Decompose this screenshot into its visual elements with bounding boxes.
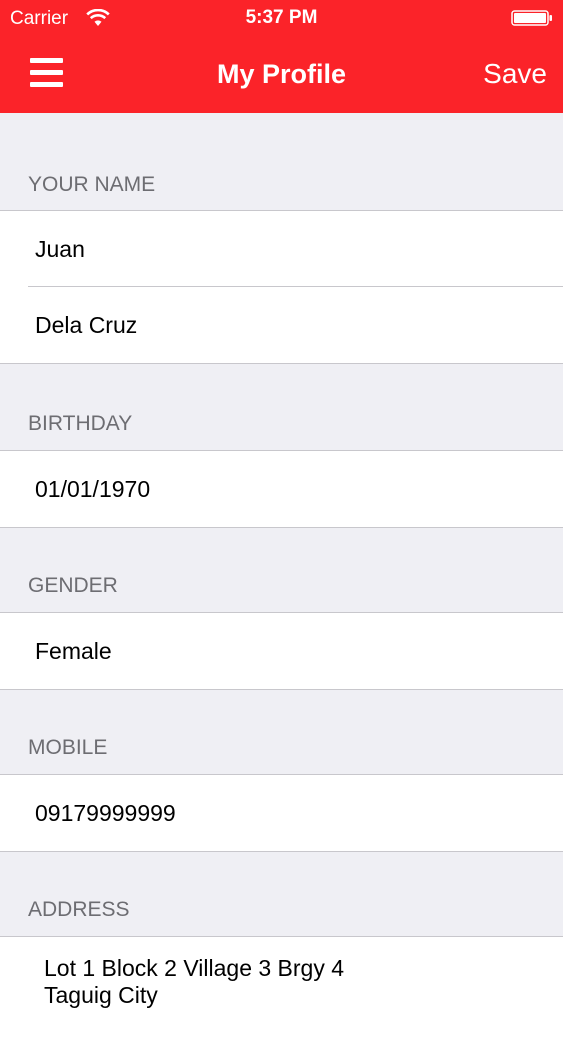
navigation-bar: My Profile Save <box>0 38 563 113</box>
section-header-birthday: BIRTHDAY <box>28 412 133 435</box>
section-header-mobile: MOBILE <box>28 736 108 759</box>
birthday-cell <box>0 451 563 527</box>
section-header-address: ADDRESS <box>28 898 130 921</box>
last-name-field[interactable] <box>35 287 535 363</box>
section-header-name: YOUR NAME <box>28 173 156 196</box>
address-group: Lot 1 Block 2 Village 3 Brgy 4 Taguig Ci… <box>0 936 563 1037</box>
first-name-cell <box>0 211 563 287</box>
mobile-field[interactable] <box>35 775 535 851</box>
page-title: My Profile <box>216 59 347 89</box>
last-name-cell <box>0 287 563 363</box>
birthday-group <box>0 450 563 528</box>
gender-field[interactable] <box>35 613 535 689</box>
name-group <box>0 210 563 364</box>
first-name-field[interactable] <box>35 211 535 287</box>
battery-icon <box>511 10 552 26</box>
status-time: 5:37 PM <box>245 7 318 28</box>
address-field[interactable]: Lot 1 Block 2 Village 3 Brgy 4 Taguig Ci… <box>44 955 524 1015</box>
mobile-group <box>0 774 563 852</box>
section-header-gender: GENDER <box>28 574 118 597</box>
save-button[interactable]: Save <box>483 56 547 92</box>
mobile-cell <box>0 775 563 851</box>
birthday-field[interactable] <box>35 451 535 527</box>
gender-group <box>0 612 563 690</box>
gender-cell <box>0 613 563 689</box>
status-bar: Carrier 5:37 PM <box>0 0 563 38</box>
